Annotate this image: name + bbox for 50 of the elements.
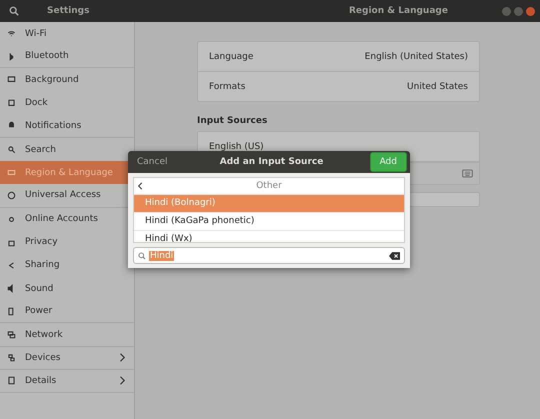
sidebar-item[interactable]: Dock bbox=[0, 92, 134, 115]
category-icon bbox=[7, 330, 16, 340]
category-icon bbox=[7, 75, 16, 84]
maximize-button[interactable] bbox=[514, 6, 523, 16]
sidebar-item[interactable]: Devices bbox=[0, 346, 134, 370]
sidebar-item[interactable]: Sound bbox=[0, 277, 134, 300]
sidebar-item[interactable]: Privacy bbox=[0, 230, 134, 254]
sidebar-item[interactable]: Bluetooth bbox=[0, 45, 134, 68]
search-icon[interactable] bbox=[9, 6, 19, 16]
sidebar-item[interactable]: Notifications bbox=[0, 114, 134, 138]
section-heading: Input Sources bbox=[197, 116, 268, 126]
sidebar-item[interactable]: Sharing bbox=[0, 254, 134, 278]
sidebar-item[interactable]: Power bbox=[0, 300, 134, 324]
category-icon bbox=[7, 145, 16, 154]
input-source-label: English (US) bbox=[209, 142, 264, 152]
category-icon bbox=[7, 238, 16, 247]
setting-value: English (United States) bbox=[364, 52, 468, 62]
minimize-button[interactable] bbox=[502, 6, 511, 16]
category-label: Other bbox=[256, 181, 282, 191]
app-title: Settings bbox=[47, 6, 90, 16]
category-icon bbox=[7, 168, 16, 178]
cancel-button[interactable]: Cancel bbox=[131, 154, 174, 170]
settings-row[interactable]: Language English (United States) bbox=[198, 42, 479, 72]
input-source-option[interactable]: Hindi (KaGaPa phonetic) bbox=[134, 213, 404, 231]
close-button[interactable] bbox=[526, 6, 535, 16]
setting-value: United States bbox=[407, 82, 468, 92]
sidebar-item[interactable]: Background bbox=[0, 68, 134, 92]
clear-icon[interactable] bbox=[389, 252, 400, 260]
category-icon bbox=[7, 306, 16, 316]
search-icon bbox=[138, 252, 146, 260]
category-icon bbox=[7, 121, 16, 130]
category-icon bbox=[7, 29, 16, 38]
sidebar-item[interactable]: Search bbox=[0, 138, 134, 162]
category-icon bbox=[7, 353, 16, 362]
sidebar-item[interactable]: Online Accounts bbox=[0, 208, 134, 231]
keyboard-icon[interactable] bbox=[462, 169, 473, 178]
category-icon bbox=[7, 98, 16, 108]
sidebar-item[interactable]: Network bbox=[0, 323, 134, 347]
settings-row[interactable]: Formats United States bbox=[198, 72, 479, 101]
category-icon bbox=[7, 376, 16, 386]
category-icon bbox=[7, 214, 16, 224]
setting-label: Formats bbox=[209, 82, 246, 92]
category-icon bbox=[7, 52, 16, 61]
setting-label: Language bbox=[209, 52, 254, 62]
sidebar-item[interactable]: Details bbox=[0, 370, 134, 393]
category-icon bbox=[7, 190, 16, 200]
category-icon bbox=[7, 260, 16, 270]
chevron-left-icon bbox=[138, 182, 143, 190]
page-title: Region & Language bbox=[349, 6, 449, 16]
sidebar-item[interactable]: Wi-Fi bbox=[0, 22, 134, 46]
